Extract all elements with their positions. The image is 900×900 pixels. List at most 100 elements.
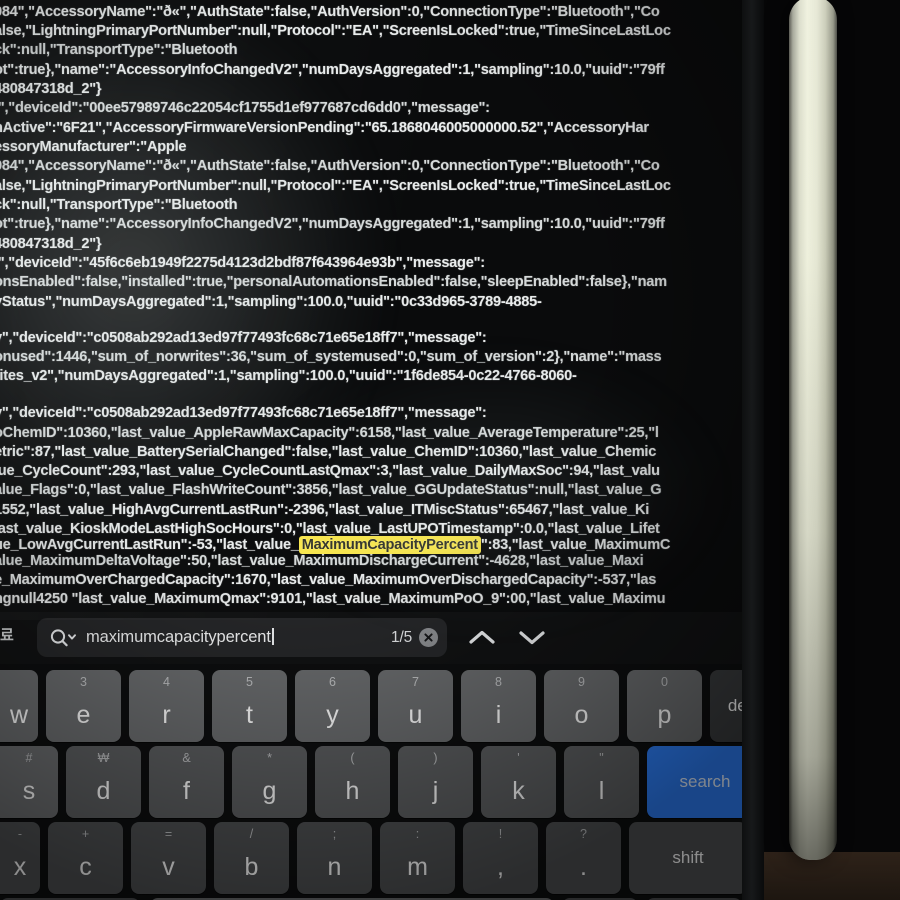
search-input[interactable]: maximumcapacitypercent bbox=[86, 628, 391, 647]
key-v[interactable]: = v bbox=[131, 822, 206, 894]
find-previous-button[interactable] bbox=[460, 620, 504, 654]
key-alt-label: - bbox=[17, 827, 23, 841]
log-line: alse,"LightningPrimaryPortNumber":null,"… bbox=[0, 23, 671, 39]
key-c[interactable]: + c bbox=[48, 822, 123, 894]
key-f[interactable]: & f bbox=[149, 746, 224, 818]
log-line: alue_MaximumDeltaVoltage":50,"last_value… bbox=[0, 553, 644, 569]
key-k[interactable]: ' k bbox=[481, 746, 556, 818]
log-line: /","deviceId":"00ee57989746c22054cf1755d… bbox=[0, 100, 490, 116]
key-alt-label: ₩ bbox=[97, 751, 110, 765]
search-icon[interactable] bbox=[49, 628, 77, 647]
key-label: t bbox=[246, 701, 253, 729]
key-g[interactable]: * g bbox=[232, 746, 307, 818]
key-label: n bbox=[327, 853, 342, 881]
log-line: e_MaximumOverChargedCapacity":1670,"last… bbox=[0, 572, 657, 588]
log-line: /","deviceId":"45f6c6eb1949f2275d4123d2b… bbox=[0, 255, 485, 271]
key-alt-label: ! bbox=[498, 827, 503, 841]
key-j[interactable]: ) j bbox=[398, 746, 473, 818]
keyboard-row-3: - x + c = v / b; n: m!,?. shift bbox=[0, 822, 742, 894]
key-y[interactable]: 6y bbox=[295, 670, 370, 742]
key-label: m bbox=[407, 853, 428, 881]
log-line: last_value_KioskModeLastHighSocHours":0,… bbox=[0, 521, 660, 537]
clear-search-icon[interactable] bbox=[419, 628, 438, 647]
log-line: 084","AccessoryName":"ð«","AuthState":fa… bbox=[0, 158, 660, 174]
key-label: h bbox=[345, 777, 360, 805]
log-line: ck":null,"TransportType":"Bluetooth bbox=[0, 197, 238, 213]
key-alt-label: 6 bbox=[329, 675, 336, 689]
key-alt-label: ; bbox=[332, 827, 337, 841]
text-caret bbox=[271, 628, 274, 645]
log-line: 084","AccessoryName":"ð«","AuthState":fa… bbox=[0, 4, 660, 20]
onscreen-keyboard[interactable]: w3e4r5t6y7u8i9o0pdelete #s₩d&f*g(h)j'k"l… bbox=[0, 664, 742, 900]
key-x[interactable]: -x bbox=[0, 822, 40, 894]
key-alt-label: 3 bbox=[80, 675, 87, 689]
tablet-screen: 084","AccessoryName":"ð«","AuthState":fa… bbox=[0, 0, 742, 900]
find-input-field[interactable]: maximumcapacitypercent 1/5 bbox=[37, 618, 447, 657]
log-line: alse,"LightningPrimaryPortNumber":null,"… bbox=[0, 178, 671, 194]
key-i[interactable]: 8i bbox=[461, 670, 536, 742]
key-alt-label: 5 bbox=[246, 675, 253, 689]
log-line: onused":1446,"sum_of_norwrites":36,"sum_… bbox=[0, 349, 662, 365]
log-line: nActive":"6F21","AccessoryFirmwareVersio… bbox=[0, 120, 649, 136]
key-s[interactable]: # s bbox=[0, 746, 58, 818]
log-line: ngnull4250 "last_value_MaximumQmax":9101… bbox=[0, 591, 666, 607]
key-label: search bbox=[679, 772, 731, 791]
log-line: ot":true},"name":"AccessoryInfoChangedV2… bbox=[0, 216, 665, 232]
log-text-viewer[interactable]: 084","AccessoryName":"ð«","AuthState":fa… bbox=[0, 0, 742, 612]
key-alt-label: 4 bbox=[163, 675, 170, 689]
log-line: y","deviceId":"c0508ab292ad13ed97f77493f… bbox=[0, 405, 487, 421]
key-label: , bbox=[497, 853, 504, 881]
key-alt-label: : bbox=[415, 827, 420, 841]
log-line: 480847318d_2"} bbox=[0, 81, 102, 97]
key-alt-label: ( bbox=[350, 751, 355, 765]
key-shift[interactable]: shift bbox=[629, 822, 742, 894]
key-label: f bbox=[183, 777, 190, 805]
log-match-prefix: ue_LowAvgCurrentLastRun":-53,"last_value… bbox=[0, 537, 299, 553]
keyboard-row-1: w3e4r5t6y7u8i9o0pdelete bbox=[0, 670, 742, 742]
key-p[interactable]: 0p bbox=[627, 670, 702, 742]
key-h[interactable]: (h bbox=[315, 746, 390, 818]
key-alt-label: # bbox=[25, 751, 33, 765]
log-line: lue_CycleCount":293,"last_value_CycleCou… bbox=[0, 463, 660, 479]
key-e[interactable]: 3e bbox=[46, 670, 121, 742]
log-line: yStatus","numDaysAggregated":1,"sampling… bbox=[0, 294, 542, 310]
key-alt-label: " bbox=[599, 751, 604, 765]
key-label: r bbox=[162, 701, 171, 729]
key-label: w bbox=[9, 701, 29, 729]
chevron-down-icon bbox=[519, 630, 545, 644]
find-next-button[interactable] bbox=[510, 620, 554, 654]
key-t[interactable]: 5t bbox=[212, 670, 287, 742]
log-line: 480847318d_2"} bbox=[0, 236, 102, 252]
key-search[interactable]: search bbox=[647, 746, 742, 818]
log-line: essoryManufacturer":"Apple bbox=[0, 139, 187, 155]
key-delete[interactable]: delete bbox=[710, 670, 742, 742]
log-line: onsEnabled":false,"installed":true,"pers… bbox=[0, 274, 667, 290]
key-u[interactable]: 7u bbox=[378, 670, 453, 742]
key-label: e bbox=[76, 701, 91, 729]
key-b[interactable]: / b bbox=[214, 822, 289, 894]
keyboard-row-2: # s ₩ d & f * g(h) j ' k " l search bbox=[0, 746, 742, 818]
key-r[interactable]: 4r bbox=[129, 670, 204, 742]
stylus-pencil bbox=[789, 0, 837, 860]
match-count-label: 1/5 bbox=[391, 628, 412, 646]
key-o[interactable]: 9o bbox=[544, 670, 619, 742]
log-line: 1552,"last_value_HighAvgCurrentLastRun":… bbox=[0, 502, 650, 518]
key-l[interactable]: " l bbox=[564, 746, 639, 818]
log-line: y","deviceId":"c0508ab292ad13ed97f77493f… bbox=[0, 330, 487, 346]
key-n[interactable]: ; n bbox=[297, 822, 372, 894]
key-comma[interactable]: !, bbox=[463, 822, 538, 894]
key-alt-label: ? bbox=[580, 827, 587, 841]
log-line: oChemID":10360,"last_value_AppleRawMaxCa… bbox=[0, 425, 659, 441]
key-label: delete bbox=[727, 696, 742, 715]
key-label: d bbox=[96, 777, 111, 805]
device-bezel bbox=[742, 0, 764, 900]
key-label: shift bbox=[672, 848, 704, 867]
desk-surface bbox=[764, 852, 900, 900]
key-d[interactable]: ₩ d bbox=[66, 746, 141, 818]
key-alt-label: 9 bbox=[578, 675, 585, 689]
ime-indicator: 료 bbox=[0, 627, 14, 644]
key-period[interactable]: ?. bbox=[546, 822, 621, 894]
key-w[interactable]: w bbox=[0, 670, 38, 742]
key-alt-label: / bbox=[249, 827, 254, 841]
key-m[interactable]: :m bbox=[380, 822, 455, 894]
